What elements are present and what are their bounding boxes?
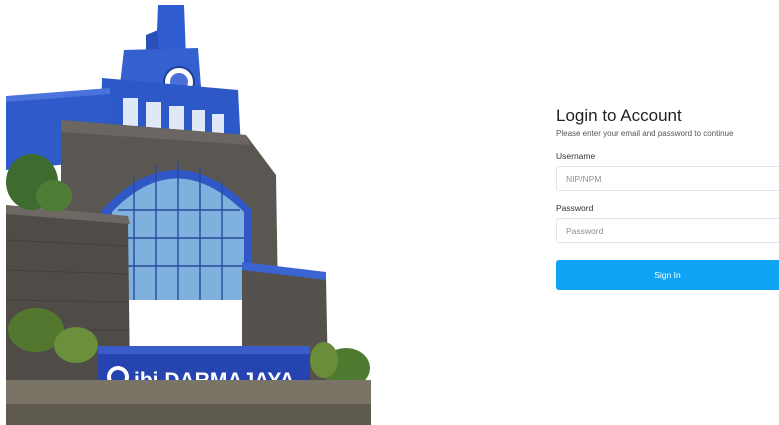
username-input[interactable] [556,166,779,191]
login-title: Login to Account [556,106,682,125]
login-subtitle: Please enter your email and password to … [556,129,734,138]
sign-in-button[interactable]: Sign In [556,260,779,290]
password-label: Password [556,203,594,213]
campus-building-image: ibi DARMAJAYA [6,0,371,425]
login-panel: Login to Account Please enter your email… [556,106,779,290]
username-label: Username [556,151,596,161]
password-input[interactable] [556,218,779,243]
